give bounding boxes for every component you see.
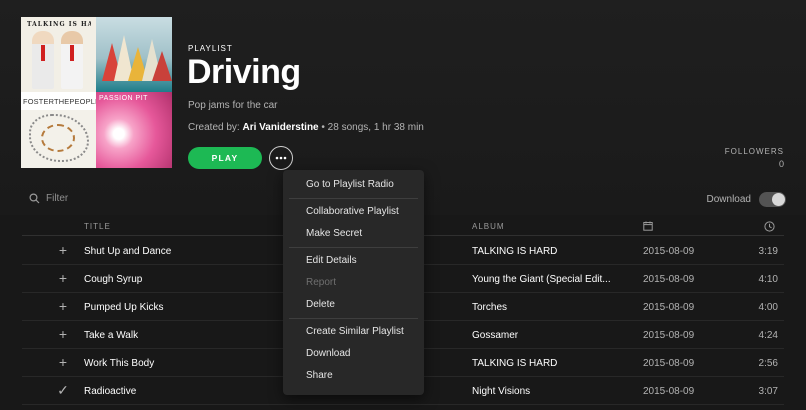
track-title[interactable]: Radioactive: [84, 386, 136, 397]
add-track-icon[interactable]: +: [56, 299, 70, 313]
track-title[interactable]: Work This Body: [84, 358, 154, 369]
menu-divider: [289, 198, 418, 199]
album-art-gossamer: [96, 17, 172, 92]
track-title[interactable]: Cough Syrup: [84, 274, 142, 285]
playlist-stats: • 28 songs, 1 hr 38 min: [318, 122, 424, 133]
track-date-added: 2015-08-09: [643, 330, 695, 341]
more-options-button[interactable]: [269, 146, 293, 170]
menu-item-playlist-radio[interactable]: Go to Playlist Radio: [283, 174, 424, 196]
track-album[interactable]: Torches: [472, 302, 507, 313]
menu-item-share[interactable]: Share: [283, 365, 424, 387]
search-icon: [29, 193, 40, 204]
column-header-album[interactable]: ALBUM: [472, 222, 505, 231]
ellipsis-icon: [275, 156, 287, 160]
add-track-icon[interactable]: +: [56, 271, 70, 285]
created-by-label: Created by:: [188, 122, 243, 133]
track-album[interactable]: Night Visions: [472, 386, 530, 397]
track-title[interactable]: Take a Walk: [84, 330, 138, 341]
track-date-added: 2015-08-09: [643, 358, 695, 369]
followers-info: FOLLOWERS 0: [725, 147, 784, 169]
menu-divider: [289, 247, 418, 248]
play-button[interactable]: PLAY: [188, 147, 262, 169]
playlist-description: Pop jams for the car: [188, 100, 278, 111]
track-duration: 4:10: [758, 274, 778, 285]
menu-item-report: Report: [306, 277, 337, 288]
track-duration: 3:19: [758, 246, 778, 257]
album-art-text: TALKING IS HARD: [27, 21, 91, 28]
track-duration: 2:56: [758, 358, 778, 369]
track-album[interactable]: Gossamer: [472, 330, 518, 341]
clock-icon[interactable]: [764, 221, 775, 234]
track-album[interactable]: TALKING IS HARD: [472, 358, 557, 369]
followers-count: 0: [778, 159, 784, 169]
menu-item-collaborative-playlist[interactable]: Collaborative Playlist: [283, 201, 424, 223]
track-album[interactable]: Young the Giant (Special Edit...: [472, 274, 611, 285]
creator-link[interactable]: Ari Vaniderstine: [242, 122, 318, 133]
playlist-type-label: PLAYLIST: [188, 44, 233, 53]
column-header-title[interactable]: TITLE: [84, 222, 111, 231]
track-date-added: 2015-08-09: [643, 246, 695, 257]
track-title[interactable]: Pumped Up Kicks: [84, 302, 163, 313]
download-label: Download: [706, 194, 751, 205]
menu-item-create-similar-playlist[interactable]: Create Similar Playlist: [283, 321, 424, 343]
track-album[interactable]: TALKING IS HARD: [472, 246, 557, 257]
playlist-meta: Created by: Ari Vaniderstine • 28 songs,…: [188, 122, 424, 133]
album-art-passion-pit: PASSION PIT: [96, 92, 172, 168]
followers-label: FOLLOWERS: [724, 147, 784, 156]
menu-item-make-secret[interactable]: Make Secret: [283, 223, 424, 245]
track-date-added: 2015-08-09: [643, 386, 695, 397]
menu-divider: [289, 318, 418, 319]
track-title[interactable]: Shut Up and Dance: [84, 246, 171, 257]
album-art-text: PASSION PIT: [99, 95, 148, 102]
menu-item-download[interactable]: Download: [283, 343, 424, 365]
menu-item-delete[interactable]: Delete: [283, 294, 424, 316]
calendar-icon[interactable]: [643, 221, 653, 233]
download-control: Download: [707, 192, 786, 207]
download-toggle[interactable]: [759, 192, 786, 207]
saved-check-icon[interactable]: ✓: [56, 383, 70, 397]
add-track-icon[interactable]: +: [56, 355, 70, 369]
track-date-added: 2015-08-09: [643, 274, 695, 285]
menu-item-edit-details[interactable]: Edit Details: [283, 250, 424, 272]
album-art-torches: FOSTERTHEPEOPLE: [21, 92, 96, 168]
playlist-cover-art: TALKING IS HARD FOSTERTHEPEOPLE PASSION …: [21, 17, 172, 168]
album-art-talking-is-hard: TALKING IS HARD: [21, 17, 96, 92]
playlist-context-menu: Go to Playlist Radio Collaborative Playl…: [283, 170, 424, 395]
add-track-icon[interactable]: +: [56, 327, 70, 341]
filter-bar: [29, 193, 146, 204]
track-duration: 4:24: [758, 330, 778, 341]
album-art-text: FOSTERTHEPEOPLE: [21, 92, 96, 110]
page-title: Driving: [187, 53, 301, 91]
track-date-added: 2015-08-09: [643, 302, 695, 313]
add-track-icon[interactable]: +: [56, 243, 70, 257]
track-duration: 4:00: [758, 302, 778, 313]
track-duration: 3:07: [758, 386, 778, 397]
filter-input[interactable]: [46, 193, 146, 204]
